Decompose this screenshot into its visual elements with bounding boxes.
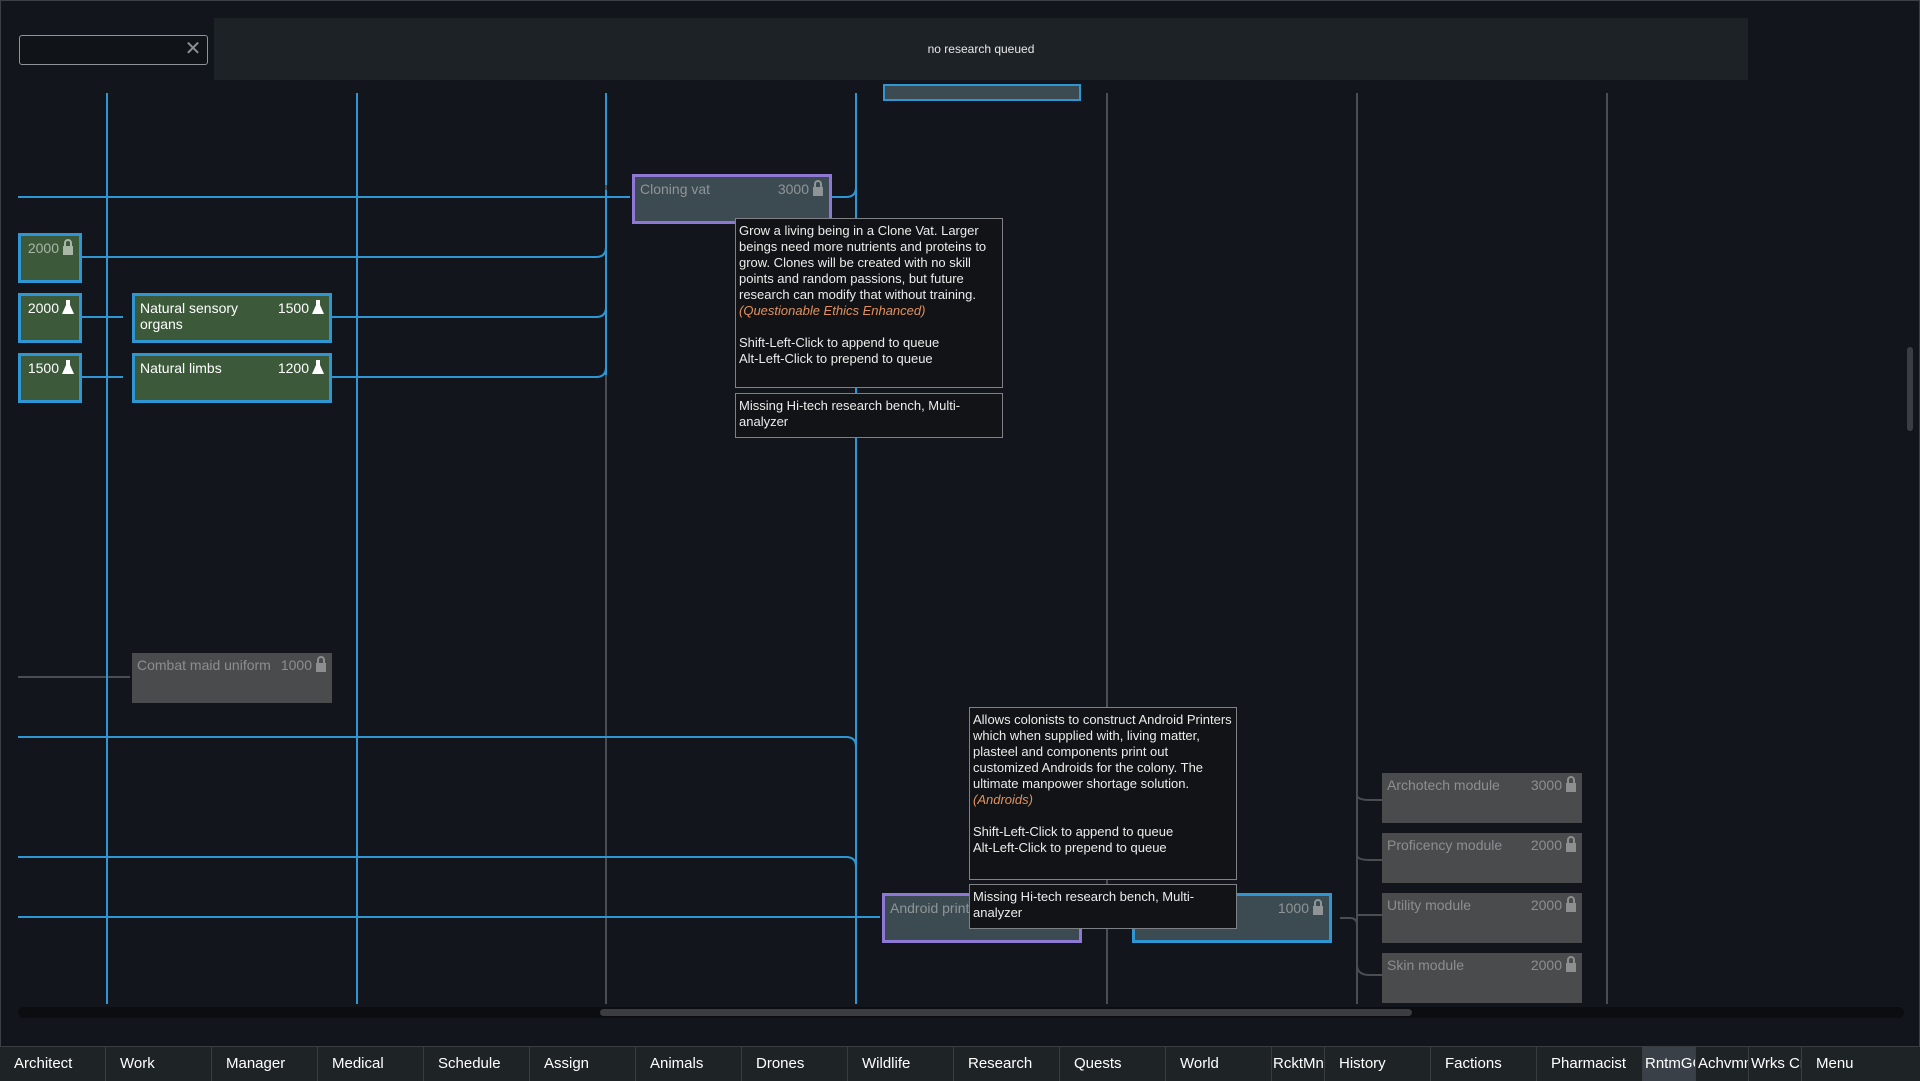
tab-pharmacist[interactable]: Pharmacist [1537,1047,1643,1081]
tab-animals[interactable]: Animals [636,1047,742,1081]
node-cost: 3000 [1530,777,1562,793]
lock-icon [63,239,73,255]
tab-wildlife[interactable]: Wildlife [848,1047,954,1081]
node-cost: 2000 [27,300,59,316]
queue-status-text: no research queued [927,42,1035,56]
node-cost: 3000 [777,181,809,197]
node-label: Archotech module [1387,777,1500,793]
research-node-archotech-module[interactable]: Archotech module 3000 [1382,773,1582,823]
research-tooltip: Grow a living being in a Clone Vat. Larg… [735,218,1003,388]
research-node-natural-sensory-organs[interactable]: Natural sensory organs 1500 [132,293,332,343]
research-node[interactable]: 1500 [18,353,82,403]
research-node-cloning-vat[interactable]: Cloning vat 3000 [632,174,832,224]
node-cost: 2000 [1530,837,1562,853]
scrollbar-thumb[interactable] [600,1009,1412,1016]
research-node-utility-module[interactable]: Utility module 2000 [1382,893,1582,943]
tab-rcktmn[interactable]: RcktMn [1272,1047,1325,1081]
tooltip-missing-requirements: Missing Hi-tech research bench, Multi-an… [735,393,1003,438]
node-cost: 1200 [277,360,309,376]
node-cost: 1500 [277,300,309,316]
tab-factions[interactable]: Factions [1431,1047,1537,1081]
research-node-combat-maid-uniform[interactable]: Combat maid uniform 1000 [132,653,332,703]
tab-menu[interactable]: Menu [1802,1047,1920,1081]
node-cost: 1000 [280,657,312,673]
flask-icon [312,360,324,374]
tab-architect[interactable]: Architect [0,1047,106,1081]
tooltip-hint: Alt-Left-Click to prepend to queue [739,351,933,366]
lock-icon [813,180,823,196]
lock-icon [1566,956,1576,972]
tooltip-mod-name: (Androids) [973,792,1033,807]
node-cost: 2000 [1530,957,1562,973]
research-node-skin-module[interactable]: Skin module 2000 [1382,953,1582,1003]
tooltip-hint: Shift-Left-Click to append to queue [739,335,940,350]
tab-work[interactable]: Work [106,1047,212,1081]
tab-drones[interactable]: Drones [742,1047,848,1081]
vertical-scrollbar-thumb[interactable] [1907,347,1913,431]
research-node-proficency-module[interactable]: Proficency module 2000 [1382,833,1582,883]
lock-icon [1566,836,1576,852]
tooltip-hint: Shift-Left-Click to append to queue [973,824,1174,839]
main-tab-bar: Architect Work Manager Medical Schedule … [0,1046,1920,1081]
tab-wrks-cr[interactable]: Wrks Cr [1749,1047,1802,1081]
node-cost: 1500 [27,360,59,376]
research-node[interactable]: 2000 [18,233,82,283]
tab-assign[interactable]: Assign [530,1047,636,1081]
node-label: Natural limbs [140,360,222,376]
tab-history[interactable]: History [1325,1047,1431,1081]
lock-icon [1566,776,1576,792]
tab-schedule[interactable]: Schedule [424,1047,530,1081]
search-input[interactable]: ✕ [19,35,208,65]
tooltip-missing-text: Missing Hi-tech research bench, Multi-an… [739,398,961,429]
research-queue-panel: no research queued [214,18,1748,80]
node-cost: 1000 [1277,900,1309,916]
lock-icon [1313,899,1323,915]
node-cost: 2000 [1530,897,1562,913]
research-node-natural-limbs[interactable]: Natural limbs 1200 [132,353,332,403]
node-label: Cloning vat [640,181,711,197]
tab-achvmn[interactable]: Achvmn [1696,1047,1749,1081]
tooltip-missing-text: Missing Hi-tech research bench, Multi-an… [973,889,1195,920]
research-tooltip: Allows colonists to construct Android Pr… [969,707,1237,880]
lock-icon [316,656,326,672]
tab-manager[interactable]: Manager [212,1047,318,1081]
node-label: Natural sensory organs [140,300,239,332]
horizontal-scrollbar[interactable] [18,1007,1904,1018]
node-label: Utility module [1387,897,1472,913]
flask-icon [312,300,324,314]
research-node[interactable]: 2000 [18,293,82,343]
flask-icon [62,300,74,314]
node-label: Proficency module [1387,837,1503,853]
node-label: Combat maid uniform [137,657,271,673]
node-cost: 2000 [27,240,59,256]
lock-icon [1566,896,1576,912]
tab-world[interactable]: World [1166,1047,1272,1081]
tooltip-mod-name: (Questionable Ethics Enhanced) [739,303,926,318]
tab-rntmgc[interactable]: RntmGC [1643,1047,1696,1081]
tooltip-description: Grow a living being in a Clone Vat. Larg… [739,223,987,302]
tooltip-description: Allows colonists to construct Android Pr… [973,712,1232,791]
tab-quests[interactable]: Quests [1060,1047,1166,1081]
tooltip-missing-requirements: Missing Hi-tech research bench, Multi-an… [969,884,1237,929]
tab-medical[interactable]: Medical [318,1047,424,1081]
flask-icon [62,360,74,374]
tab-research[interactable]: Research [954,1047,1060,1081]
tooltip-hint: Alt-Left-Click to prepend to queue [973,840,1167,855]
node-label: Skin module [1387,957,1465,973]
close-icon[interactable]: ✕ [183,39,203,59]
